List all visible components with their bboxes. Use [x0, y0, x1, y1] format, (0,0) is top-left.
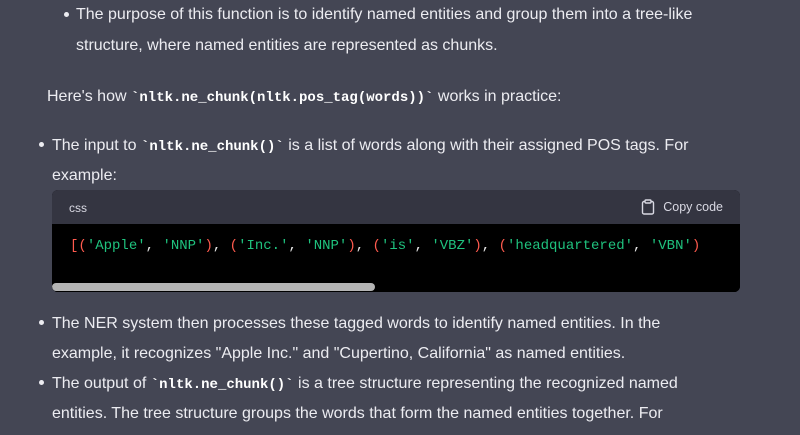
code-punctuation-token: ( [498, 238, 508, 254]
input-prefix: The input to [52, 137, 141, 154]
how-suffix: works in practice: [433, 88, 562, 105]
inline-code-ne-chunk-pos-tag: nltk.ne_chunk(nltk.pos_tag(words)) [139, 90, 426, 106]
ner-item-line-1: The NER system then processes these tagg… [52, 315, 661, 332]
horizontal-scrollbar[interactable] [52, 282, 740, 292]
code-punctuation-token: ) [347, 238, 356, 254]
input-item-line-1: The input to `nltk.ne_chunk()` is a list… [52, 137, 689, 155]
code-punctuation-token: ) [691, 238, 701, 254]
bullet-dot-icon [39, 320, 44, 325]
code-string-token: 'NNP' [162, 238, 205, 254]
code-string-token: 'VBZ' [431, 238, 474, 254]
code-block: css Copy code [('Apple', 'NNP'), ('Inc.'… [52, 190, 740, 292]
inline-code-ne-chunk: nltk.ne_chunk() [149, 139, 276, 155]
code-language-label: css [69, 201, 87, 215]
code-string-token: 'Inc.' [238, 238, 289, 254]
code-punctuation-token: ( [372, 238, 381, 254]
code-separator-token: , [212, 238, 230, 254]
bullet-dot-icon [39, 142, 44, 147]
code-punctuation-token: ) [204, 238, 213, 254]
copy-code-label: Copy code [663, 200, 723, 214]
output-prefix: The output of [52, 375, 151, 392]
code-string-token: 'NNP' [305, 238, 348, 254]
code-separator-token: , [414, 238, 432, 254]
output-item-line-2: entities. The tree structure groups the … [52, 405, 663, 422]
code-punctuation-token: ( [229, 238, 239, 254]
intro-line-2: structure, where named entities are repr… [76, 37, 498, 54]
input-item-line-2: example: [52, 167, 117, 184]
code-string-token: 'Apple' [86, 238, 146, 254]
code-separator-token: , [633, 238, 650, 254]
code-separator-token: , [355, 238, 373, 254]
code-string-token: 'headquartered' [507, 238, 634, 254]
clipboard-icon [641, 199, 655, 215]
code-string-token: 'VBN' [649, 238, 692, 254]
ner-item-line-2: example, it recognizes "Apple Inc." and … [52, 345, 626, 362]
copy-code-button[interactable]: Copy code [641, 197, 723, 217]
input-suffix: is a list of words along with their assi… [283, 137, 689, 154]
scrollbar-thumb[interactable] [52, 283, 375, 291]
code-punctuation-token: ( [78, 238, 87, 254]
code-separator-token: , [145, 238, 163, 254]
bullet-dot-icon [64, 12, 69, 17]
how-prefix: Here's how [47, 88, 131, 105]
code-separator-token: , [288, 238, 306, 254]
code-string-token: 'is' [380, 238, 415, 254]
code-line: [('Apple', 'NNP'), ('Inc.', 'NNP'), ('is… [70, 236, 700, 256]
intro-line-1: The purpose of this function is to ident… [76, 6, 693, 23]
output-item-line-1: The output of `nltk.ne_chunk()` is a tre… [52, 375, 678, 393]
bullet-dot-icon [39, 380, 44, 385]
output-suffix: is a tree structure representing the rec… [293, 375, 678, 392]
code-block-header: css Copy code [52, 190, 740, 224]
code-body: [('Apple', 'NNP'), ('Inc.', 'NNP'), ('is… [52, 224, 740, 292]
code-separator-token: , [481, 238, 499, 254]
inline-code-ne-chunk-output: nltk.ne_chunk() [159, 377, 286, 393]
how-paragraph: Here's how `nltk.ne_chunk(nltk.pos_tag(w… [47, 88, 562, 106]
code-punctuation-token: ) [473, 238, 482, 254]
